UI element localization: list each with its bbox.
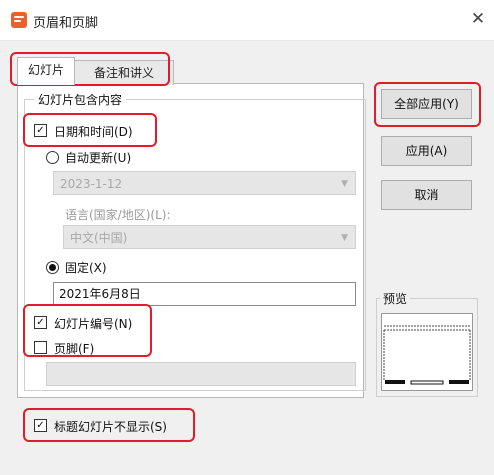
language-label: 语言(国家/地区)(L): — [65, 208, 171, 222]
tab-slides[interactable]: 幻灯片 — [17, 57, 75, 85]
auto-date-select[interactable]: 2023-1-12 ▼ — [53, 171, 356, 195]
wps-app-icon — [11, 12, 27, 28]
date-time-checkbox[interactable]: ✓ — [34, 124, 47, 137]
fixed-date-input[interactable]: 2021年6月8日 — [53, 282, 356, 306]
footer-label: 页脚(F) — [54, 342, 95, 356]
auto-update-label: 自动更新(U) — [65, 151, 132, 165]
preview-label: 预览 — [380, 290, 411, 307]
language-select[interactable]: 中文(中国) ▼ — [63, 225, 356, 249]
slide-number-label: 幻灯片编号(N) — [54, 317, 133, 331]
slide-number-checkbox[interactable]: ✓ — [34, 316, 47, 329]
hide-on-title-label: 标题幻灯片不显示(S) — [54, 420, 167, 434]
hide-on-title-checkbox[interactable]: ✓ — [34, 419, 47, 432]
chevron-down-icon: ▼ — [341, 179, 348, 189]
tab-notes-handouts[interactable]: 备注和讲义 — [74, 60, 174, 85]
chevron-down-icon: ▼ — [341, 233, 348, 243]
preview-thumbnail — [381, 313, 473, 391]
auto-update-radio[interactable] — [46, 151, 59, 164]
window-title: 页眉和页脚 — [33, 16, 99, 31]
group-title: 幻灯片包含内容 — [34, 91, 127, 108]
footer-checkbox[interactable] — [34, 341, 47, 354]
auto-date-value: 2023-1-12 — [60, 177, 123, 191]
fixed-label: 固定(X) — [65, 261, 107, 275]
date-time-label: 日期和时间(D) — [54, 125, 133, 139]
fixed-radio[interactable] — [46, 261, 59, 274]
slide-preview-icon — [383, 325, 471, 385]
footer-text-input[interactable] — [46, 362, 356, 386]
language-value: 中文(中国) — [70, 231, 128, 245]
cancel-button[interactable]: 取消 — [381, 180, 472, 210]
apply-button[interactable]: 应用(A) — [381, 136, 472, 166]
apply-all-button[interactable]: 全部应用(Y) — [381, 89, 472, 119]
close-icon[interactable]: ✕ — [468, 8, 488, 30]
